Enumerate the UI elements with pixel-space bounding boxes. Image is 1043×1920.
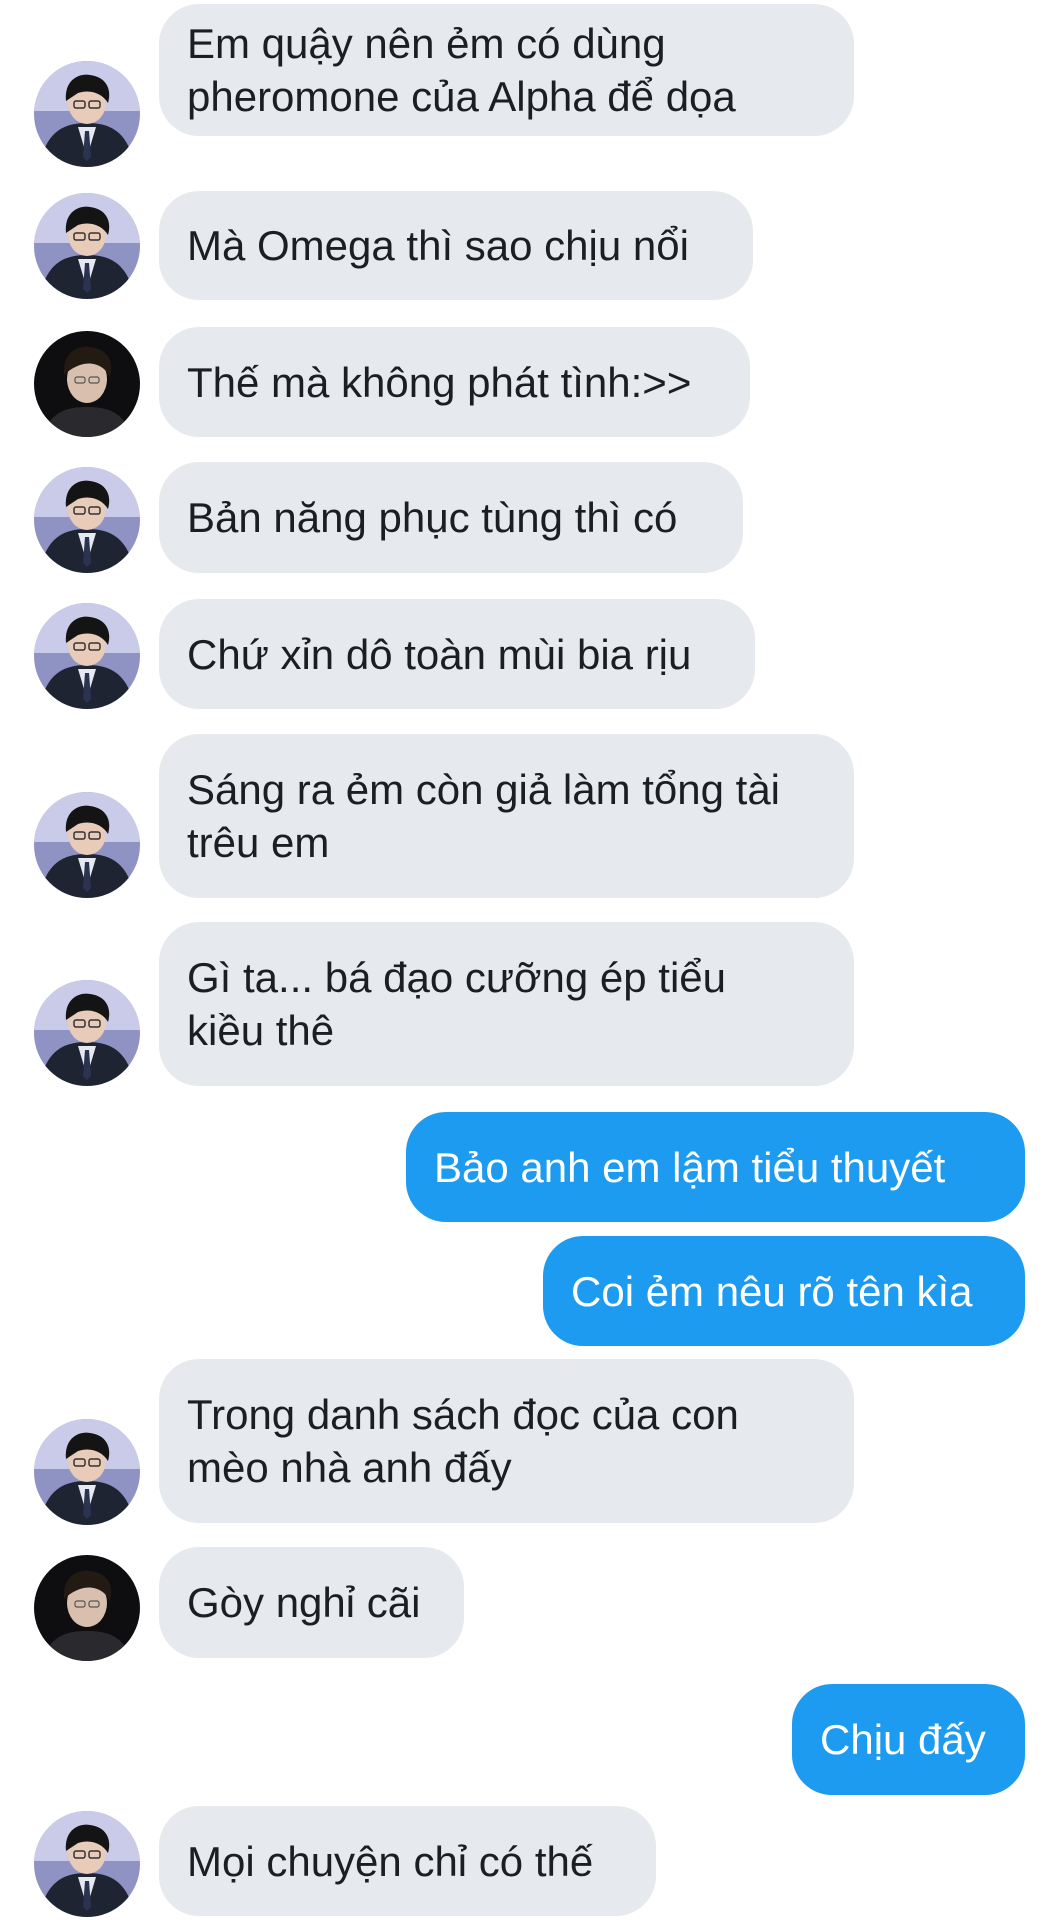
message-bubble-incoming[interactable]: Gòy nghỉ cãi [159,1547,464,1658]
message-text: Thế mà không phát tình:>> [187,358,692,406]
message-bubble-incoming[interactable]: Chứ xỉn dô toàn mùi bia rịu [159,599,755,709]
avatar[interactable] [34,1811,140,1917]
message-bubble-incoming[interactable]: Mọi chuyện chỉ có thế [159,1806,656,1916]
person-in-suit-avatar-icon [34,61,140,167]
message-text: Trong danh sách đọc của con mèo nhà anh … [187,1391,739,1491]
avatar[interactable] [34,331,140,437]
message-bubble-incoming[interactable]: Mà Omega thì sao chịu nổi [159,191,753,300]
dark-portrait-avatar-icon [34,1555,140,1661]
message-text: Mọi chuyện chỉ có thế [187,1837,594,1885]
message-bubble-incoming[interactable]: Bản năng phục tùng thì có [159,462,743,573]
message-text: Chứ xỉn dô toàn mùi bia rịu [187,630,692,678]
message-text: Coi ẻm nêu rõ tên kìa [571,1267,973,1315]
message-text: Gì ta... bá đạo cưỡng ép tiểu kiều thê [187,954,726,1054]
message-bubble-incoming[interactable]: Thế mà không phát tình:>> [159,327,750,437]
avatar[interactable] [34,193,140,299]
message-text: Bản năng phục tùng thì có [187,494,678,541]
avatar[interactable] [34,467,140,573]
person-in-suit-avatar-icon [34,193,140,299]
avatar[interactable] [34,1419,140,1525]
message-bubble-incoming[interactable]: Sáng ra ẻm còn giả làm tổng tài trêu em [159,734,854,898]
message-bubble-incoming[interactable]: Trong danh sách đọc của con mèo nhà anh … [159,1359,854,1523]
avatar[interactable] [34,603,140,709]
message-text: Chịu đấy [820,1716,986,1763]
message-bubble-incoming[interactable]: Em quậy nên ẻm có dùng pheromone của Alp… [159,4,854,136]
person-in-suit-avatar-icon [34,792,140,898]
message-bubble-outgoing[interactable]: Bảo anh em lậm tiểu thuyết [406,1112,1025,1222]
message-text: Em quậy nên ẻm có dùng pheromone của Alp… [187,20,736,120]
message-text: Bảo anh em lậm tiểu thuyết [434,1143,946,1191]
avatar[interactable] [34,61,140,167]
person-in-suit-avatar-icon [34,1811,140,1917]
message-bubble-incoming[interactable]: Gì ta... bá đạo cưỡng ép tiểu kiều thê [159,922,854,1086]
dark-portrait-avatar-icon [34,331,140,437]
message-text: Sáng ra ẻm còn giả làm tổng tài trêu em [187,766,781,866]
person-in-suit-avatar-icon [34,1419,140,1525]
chat-thread: Em quậy nên ẻm có dùng pheromone của Alp… [0,0,1043,1920]
person-in-suit-avatar-icon [34,980,140,1086]
message-bubble-outgoing[interactable]: Coi ẻm nêu rõ tên kìa [543,1236,1025,1346]
avatar[interactable] [34,1555,140,1661]
message-bubble-outgoing[interactable]: Chịu đấy [792,1684,1025,1795]
avatar[interactable] [34,792,140,898]
message-text: Mà Omega thì sao chịu nổi [187,222,689,269]
avatar[interactable] [34,980,140,1086]
message-text: Gòy nghỉ cãi [187,1579,421,1626]
person-in-suit-avatar-icon [34,467,140,573]
person-in-suit-avatar-icon [34,603,140,709]
